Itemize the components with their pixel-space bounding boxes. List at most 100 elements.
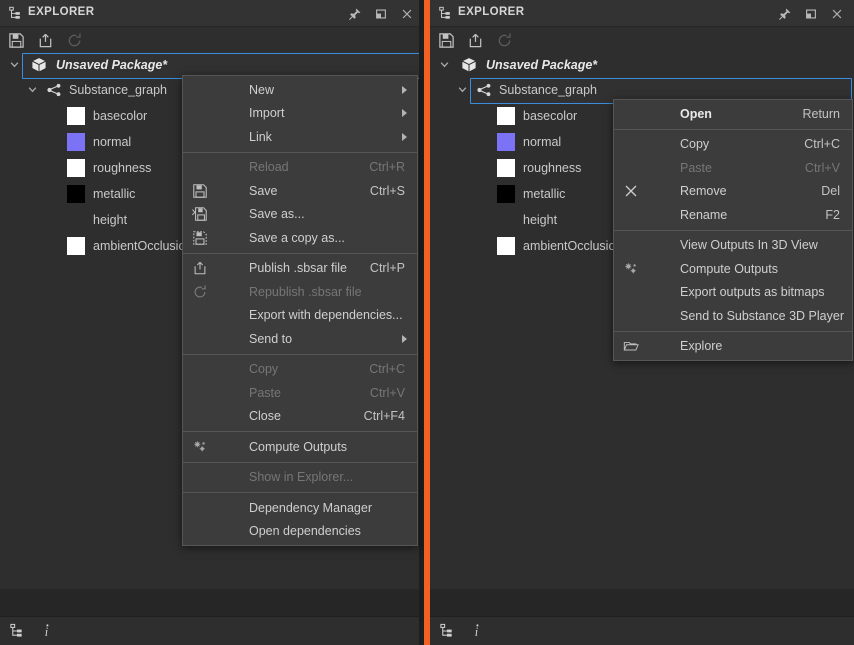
explorer-tree-icon[interactable]	[439, 623, 455, 639]
chevron-right-icon	[402, 132, 407, 141]
menu-item-shortcut: Ctrl+R	[369, 160, 405, 175]
menu-item-label: Send to Substance 3D Player	[680, 308, 844, 323]
menu-item-publish-sbsar-file[interactable]: Publish .sbsar file Ctrl+P	[183, 257, 417, 281]
menu-item-shortcut: Return	[802, 106, 840, 121]
menu-item-label: Save	[249, 183, 278, 198]
chevron-right-icon	[402, 109, 407, 118]
menu-item-show-in-explorer: Show in Explorer...	[183, 466, 417, 490]
output-label: height	[523, 213, 558, 227]
tree-row-package[interactable]: Unsaved Package*	[0, 53, 424, 77]
explorer-dual-panel-screenshot: EXPLORER Unsaved Package* Substance_grap…	[0, 0, 854, 645]
graph-context-menu[interactable]: Open Return Copy Ctrl+C Paste Ctrl+V Remove Del…	[613, 99, 853, 361]
menu-item-send-to-substance-3d-player[interactable]: Send to Substance 3D Player	[614, 304, 852, 328]
menu-item-save-a-copy-as[interactable]: Save a copy as...	[183, 226, 417, 250]
save-icon[interactable]	[7, 31, 25, 49]
menu-item-label: Reload	[249, 160, 289, 175]
menu-item-reload: Reload Ctrl+R	[183, 156, 417, 180]
menu-item-remove[interactable]: Remove Del	[614, 180, 852, 204]
menu-separator	[183, 492, 417, 493]
toolbar-left	[0, 27, 424, 53]
menu-item-save[interactable]: Save Ctrl+S	[183, 179, 417, 203]
graph-icon	[476, 82, 492, 98]
menu-item-label: Publish .sbsar file	[249, 261, 347, 276]
menu-separator	[183, 431, 417, 432]
folder-icon	[622, 337, 640, 355]
save-icon[interactable]	[437, 31, 455, 49]
output-label: height	[93, 213, 128, 227]
output-color-swatch	[67, 185, 85, 203]
svg-text:i: i	[475, 625, 479, 638]
menu-item-send-to[interactable]: Send to	[183, 327, 417, 351]
menu-item-label: New	[249, 82, 275, 97]
menu-separator	[614, 229, 852, 231]
menu-item-label: Open	[680, 106, 712, 121]
compute-icon	[622, 260, 640, 278]
close-icon[interactable]	[826, 4, 848, 23]
pin-icon[interactable]	[344, 4, 366, 23]
republish-icon	[191, 283, 209, 301]
menu-item-compute-outputs[interactable]: Compute Outputs	[614, 257, 852, 281]
menu-item-label: Copy	[249, 362, 279, 377]
menu-item-new[interactable]: New	[183, 78, 417, 102]
chevron-right-icon	[402, 334, 407, 343]
output-color-swatch	[67, 237, 85, 255]
menu-item-export-outputs-as-bitmaps[interactable]: Export outputs as bitmaps	[614, 281, 852, 305]
menu-item-open-dependencies[interactable]: Open dependencies	[183, 520, 417, 544]
menu-item-view-outputs-in-3d-view[interactable]: View Outputs In 3D View	[614, 234, 852, 258]
output-color-swatch	[497, 133, 515, 151]
graph-label: Substance_graph	[499, 83, 597, 97]
menu-item-label: Dependency Manager	[249, 500, 372, 515]
publish-icon[interactable]	[36, 31, 54, 49]
menu-item-explore[interactable]: Explore	[614, 335, 852, 359]
titlebar-left: EXPLORER	[0, 0, 424, 27]
close-icon[interactable]	[396, 4, 418, 23]
menu-item-label: View Outputs In 3D View	[680, 238, 818, 253]
menu-item-link[interactable]: Link	[183, 125, 417, 149]
menu-item-import[interactable]: Import	[183, 102, 417, 126]
menu-item-label: Open dependencies	[249, 524, 361, 539]
output-label: basecolor	[93, 109, 148, 123]
output-label: metallic	[93, 187, 136, 201]
republish-icon	[65, 31, 83, 49]
chevron-down-icon[interactable]	[456, 83, 470, 97]
menu-item-republish-sbsar-file: Republish .sbsar file	[183, 280, 417, 304]
publish-icon[interactable]	[466, 31, 484, 49]
menu-item-label: Show in Explorer...	[249, 470, 354, 485]
output-color-swatch	[497, 107, 515, 125]
menu-separator	[614, 128, 852, 130]
menu-item-label: Export with dependencies...	[249, 308, 403, 323]
menu-item-dependency-manager[interactable]: Dependency Manager	[183, 496, 417, 520]
compute-icon	[191, 438, 209, 456]
maximize-icon[interactable]	[800, 4, 822, 23]
chevron-down-icon[interactable]	[8, 58, 22, 72]
menu-item-shortcut: Ctrl+C	[804, 137, 840, 152]
package-label: Unsaved Package*	[56, 58, 168, 72]
menu-item-save-as[interactable]: Save as...	[183, 203, 417, 227]
pin-icon[interactable]	[774, 4, 796, 23]
chevron-down-icon[interactable]	[438, 58, 452, 72]
menu-item-label: Compute Outputs	[249, 439, 347, 454]
menu-item-label: Paste	[249, 385, 281, 400]
output-label: roughness	[93, 161, 152, 175]
info-icon[interactable]: i	[39, 623, 55, 639]
package-context-menu[interactable]: New Import Link Reload Ctrl+R Save Ctrl+S Save …	[182, 75, 418, 546]
menu-item-copy[interactable]: Copy Ctrl+C	[614, 133, 852, 157]
chevron-down-icon[interactable]	[26, 83, 40, 97]
maximize-icon[interactable]	[370, 4, 392, 23]
output-color-swatch-empty	[497, 211, 515, 229]
menu-item-open[interactable]: Open Return	[614, 102, 852, 126]
menu-item-copy: Copy Ctrl+C	[183, 358, 417, 382]
explorer-tree-icon	[438, 6, 452, 20]
explorer-tree-icon	[8, 6, 22, 20]
menu-item-compute-outputs[interactable]: Compute Outputs	[183, 435, 417, 459]
output-color-swatch	[67, 159, 85, 177]
menu-item-export-with-dependencies[interactable]: Export with dependencies...	[183, 304, 417, 328]
save-icon	[191, 182, 209, 200]
menu-item-close[interactable]: Close Ctrl+F4	[183, 405, 417, 429]
panel-title: EXPLORER	[28, 6, 95, 18]
explorer-tree-icon[interactable]	[9, 623, 25, 639]
tree-row-package[interactable]: Unsaved Package*	[430, 53, 854, 77]
menu-item-rename[interactable]: Rename F2	[614, 203, 852, 227]
output-color-swatch-empty	[67, 211, 85, 229]
info-icon[interactable]: i	[469, 623, 485, 639]
